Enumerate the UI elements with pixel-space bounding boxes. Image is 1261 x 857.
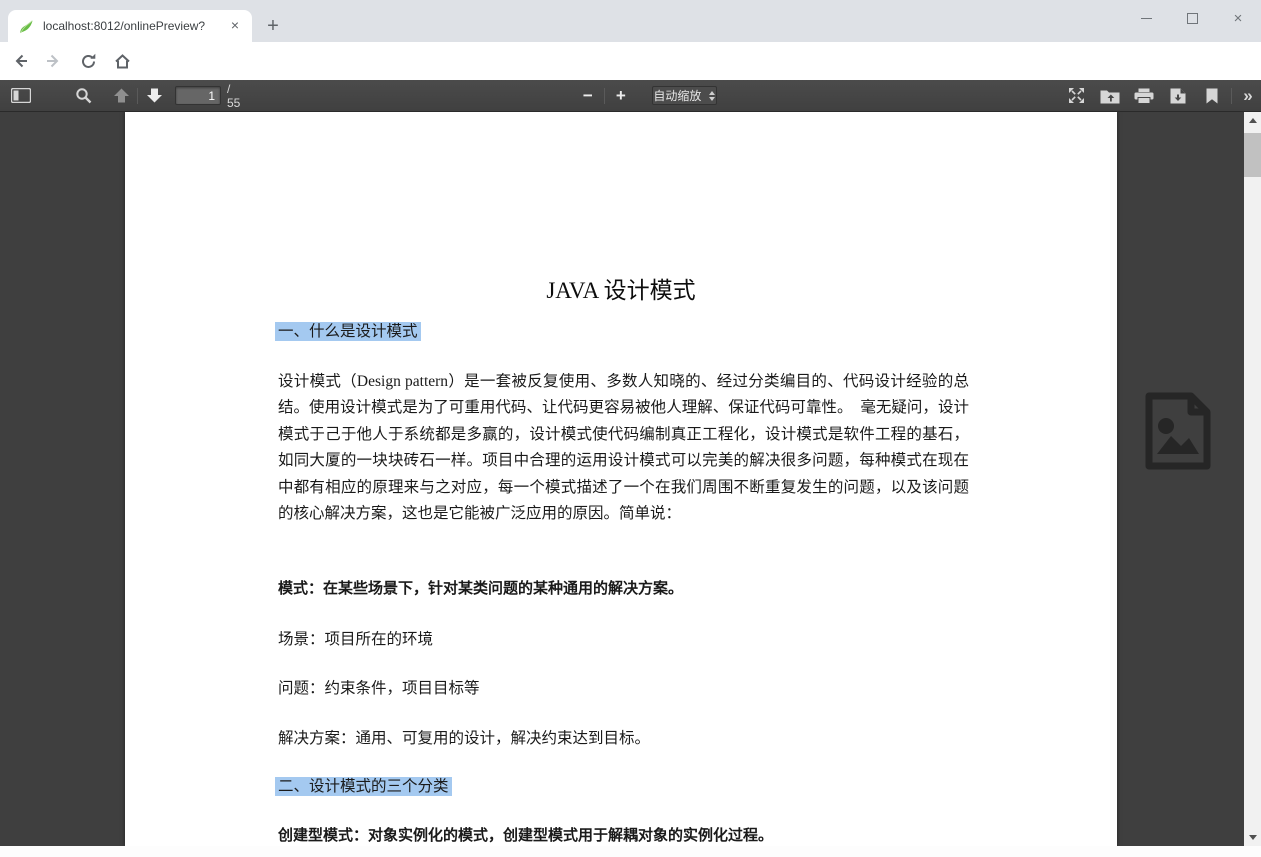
tab-strip: localhost:8012/onlinePreview? × + × [0,0,1261,42]
plus-icon: + [616,87,626,104]
scroll-down-icon [1249,835,1257,840]
image-file-icon [1141,392,1215,470]
back-button[interactable] [6,47,34,75]
arrow-up-icon [113,88,130,103]
open-folder-icon [1100,88,1120,104]
select-arrows-icon [709,91,715,101]
zoom-level-value: 自动缩放 [653,87,701,104]
tab-title: localhost:8012/onlinePreview? [43,19,226,33]
forward-button[interactable] [40,47,68,75]
previous-page-button[interactable] [108,84,134,108]
download-button[interactable] [1165,84,1191,108]
scrollbar-thumb[interactable] [1244,133,1261,177]
window-controls: × [1123,0,1261,36]
more-tools-button[interactable]: » [1235,84,1261,108]
pattern-definition-line: 模式：在某些场景下，针对某类问题的某种通用的解决方案。 [278,577,683,598]
toolbar-separator [604,88,605,104]
maximize-icon [1187,13,1198,24]
spring-leaf-favicon [18,18,35,35]
bookmark-icon [1206,88,1218,104]
scroll-up-icon [1249,118,1257,123]
browser-window: localhost:8012/onlinePreview? × + × loca… [0,0,1261,857]
section-1-heading: 一、什么是设计模式 [275,319,421,341]
highlighted-text: 二、设计模式的三个分类 [275,777,452,796]
chevron-double-right-icon: » [1243,87,1252,104]
pdf-viewer-toolbar: / 55 − + 自动缩放 » [0,80,1261,112]
solution-line: 解决方案：通用、可复用的设计，解决约束达到目标。 [278,726,650,748]
page-number-input[interactable] [175,86,221,105]
printer-icon [1134,88,1154,104]
browser-toolbar: localhost:8012/onlinePreview?url=http://… [0,42,1261,80]
open-file-button[interactable] [1097,84,1123,108]
toolbar-separator [137,88,138,104]
toolbar-separator [1231,88,1232,104]
section-2-heading: 二、设计模式的三个分类 [275,774,452,796]
active-tab[interactable]: localhost:8012/onlinePreview? × [8,10,252,42]
back-icon [10,51,30,71]
home-button[interactable] [108,47,136,75]
scene-line: 场景：项目所在的环境 [278,627,433,649]
next-page-button[interactable] [141,84,167,108]
scroll-down-button[interactable] [1244,829,1261,846]
presentation-mode-button[interactable] [1063,84,1089,108]
tab-close-icon[interactable]: × [226,17,244,35]
close-button[interactable]: × [1215,0,1261,36]
page-bottom-strip [0,846,1261,857]
search-icon [75,87,92,104]
pdf-viewer-area: JAVA 设计模式 一、什么是设计模式 设计模式（Design pattern）… [0,112,1244,846]
arrow-down-icon [146,88,163,103]
new-tab-button[interactable]: + [260,14,286,40]
zoom-in-button[interactable]: + [608,84,634,108]
close-icon: × [1234,11,1243,26]
page-count-label: / 55 [227,82,243,110]
section-1-paragraph: 设计模式（Design pattern）是一套被反复使用、多数人知晓的、经过分类… [278,369,969,527]
print-button[interactable] [1131,84,1157,108]
bookmark-current-view-button[interactable] [1199,84,1225,108]
search-button[interactable] [70,84,96,108]
highlighted-text: 一、什么是设计模式 [275,322,421,341]
home-icon [113,52,132,71]
sidebar-toggle-button[interactable] [8,84,34,108]
reload-icon [79,52,98,71]
forward-icon [44,51,64,71]
reload-button[interactable] [74,47,102,75]
fullscreen-icon [1068,87,1085,104]
scroll-up-button[interactable] [1244,112,1261,129]
zoom-out-button[interactable]: − [575,84,601,108]
minimize-button[interactable] [1123,0,1169,36]
problem-line: 问题：约束条件，项目目标等 [278,676,480,698]
pdf-page-1: JAVA 设计模式 一、什么是设计模式 设计模式（Design pattern）… [125,112,1117,846]
zoom-level-select[interactable]: 自动缩放 [652,86,717,105]
document-title: JAVA 设计模式 [125,271,1117,305]
vertical-scrollbar[interactable] [1244,112,1261,846]
minimize-icon [1141,18,1152,19]
maximize-button[interactable] [1169,0,1215,36]
creational-pattern-line: 创建型模式：对象实例化的模式，创建型模式用于解耦对象的实例化过程。 [278,824,773,845]
minus-icon: − [583,87,593,104]
sidebar-toggle-icon [11,88,31,103]
download-icon [1170,88,1186,104]
